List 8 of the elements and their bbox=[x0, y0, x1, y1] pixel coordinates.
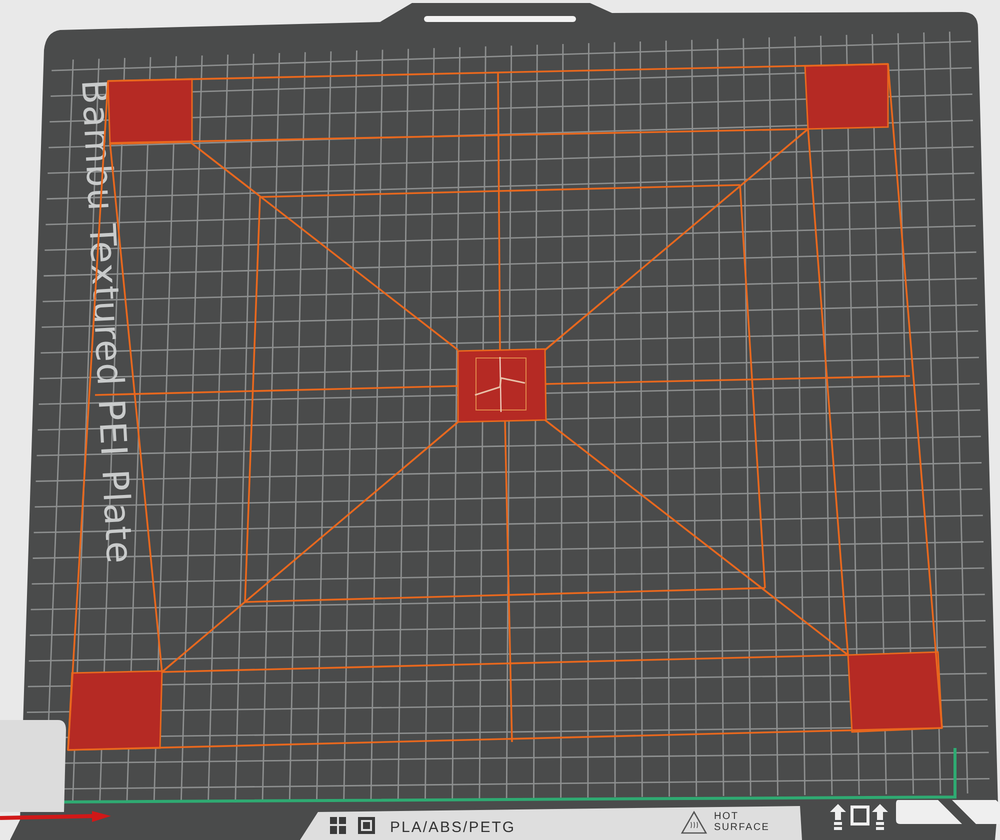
bed-icon bbox=[330, 817, 346, 834]
qr-icon bbox=[358, 817, 375, 834]
upload-arrow-icon bbox=[872, 804, 888, 830]
warning-icon bbox=[680, 810, 708, 834]
upload-arrow-icon bbox=[830, 804, 846, 830]
filament-text: PLA/ABS/PETG bbox=[390, 819, 516, 836]
warning-text: HOT SURFACE bbox=[714, 811, 770, 833]
square-icon bbox=[850, 806, 870, 826]
